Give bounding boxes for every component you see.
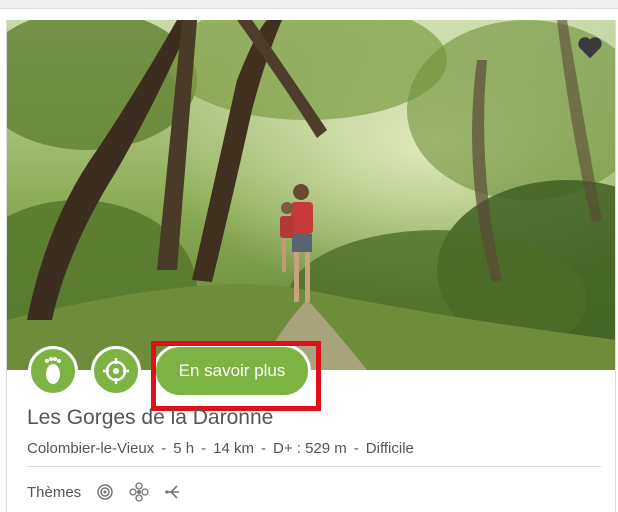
themes-label: Thèmes xyxy=(27,483,82,501)
target-icon xyxy=(103,358,129,384)
locate-button[interactable] xyxy=(91,346,141,396)
spiral-icon xyxy=(95,482,115,502)
flower-icon xyxy=(129,482,149,502)
hike-difficulty: Difficile xyxy=(365,440,414,457)
hike-location: Colombier-le-Vieux xyxy=(27,440,155,457)
hike-title[interactable]: Les Gorges de la Daronne xyxy=(27,406,273,430)
footprint-icon xyxy=(45,357,61,384)
heart-icon xyxy=(578,37,602,59)
more-info-button[interactable]: En savoir plus xyxy=(153,344,311,398)
hike-photo xyxy=(7,20,615,370)
hike-distance: 14 km xyxy=(213,440,254,457)
themes-row: Thèmes xyxy=(27,482,183,502)
bird-icon xyxy=(163,482,183,502)
hike-meta: Colombier-le-Vieux -5 h -14 km - D+ : 529 m-… xyxy=(27,440,414,457)
hike-duration: 5 h xyxy=(173,440,195,457)
divider xyxy=(27,466,601,467)
hike-elevation: D+ : 529 m xyxy=(273,440,347,457)
hike-card: En savoir plus Les Gorges de la Daronne … xyxy=(6,20,616,512)
favorite-button[interactable] xyxy=(575,32,605,62)
hike-type-button[interactable] xyxy=(28,346,78,396)
top-strip xyxy=(0,0,618,9)
